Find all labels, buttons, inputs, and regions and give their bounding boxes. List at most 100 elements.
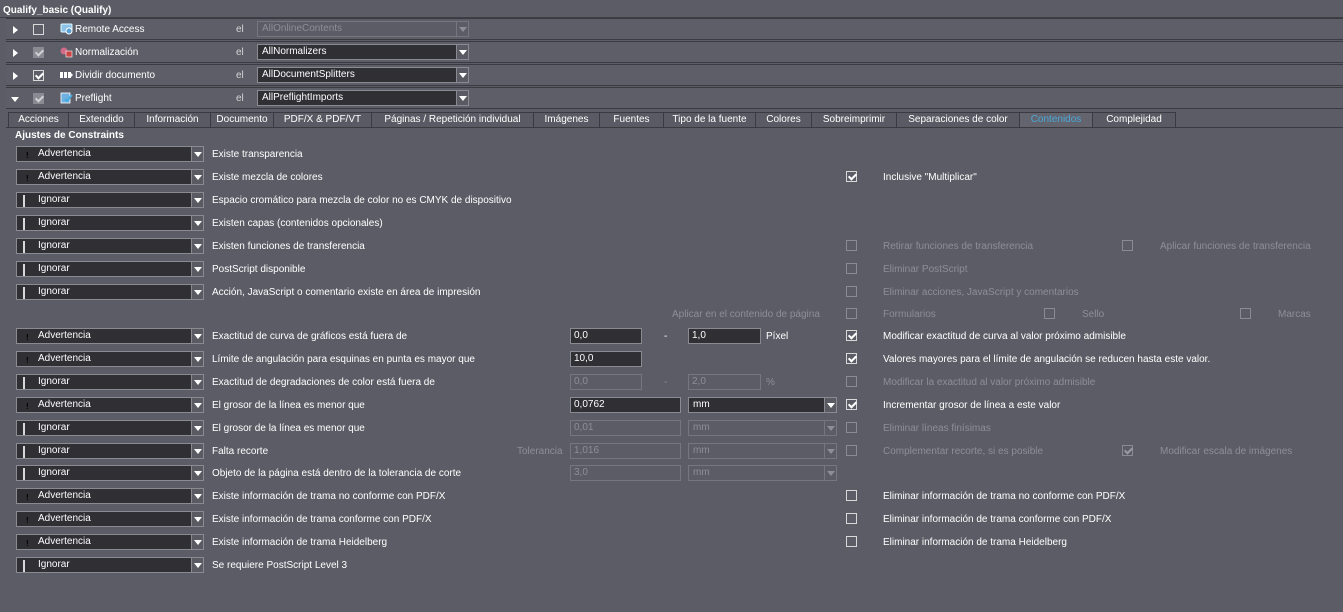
ignore-box [23, 195, 25, 207]
opt1-checkbox[interactable] [846, 490, 857, 501]
chevron-down-icon[interactable] [456, 45, 468, 59]
sequence-row-preflight[interactable]: Preflight el AllPreflightImports [6, 87, 1343, 109]
ignore-icon [23, 195, 33, 207]
opt1-checkbox[interactable] [846, 171, 857, 182]
chevron-down-icon[interactable] [824, 398, 836, 412]
status-select[interactable]: Advertencia [16, 169, 204, 185]
status-select[interactable]: Ignorar [16, 374, 204, 390]
chevron-down-icon[interactable] [191, 170, 203, 184]
warning-triangle [23, 150, 33, 161]
status-select[interactable]: Ignorar [16, 192, 204, 208]
tab-tipo-de-la-fuente[interactable]: Tipo de la fuente [663, 112, 756, 128]
select-value: mm [693, 422, 710, 433]
opt1-checkbox[interactable] [846, 353, 857, 364]
tab-imágenes[interactable]: Imágenes [533, 112, 600, 128]
enable-checkbox[interactable] [33, 24, 44, 35]
expand-arrow-icon[interactable] [13, 72, 18, 80]
expand-arrow-icon[interactable] [13, 49, 18, 57]
tab-documento[interactable]: Documento [210, 112, 274, 128]
chevron-down-icon[interactable] [191, 466, 203, 480]
chevron-down-icon[interactable] [191, 558, 203, 572]
enable-checkbox[interactable] [33, 47, 44, 58]
tab-páginas-repetición-individual[interactable]: Páginas / Repetición individual [371, 112, 534, 128]
chevron-down-icon[interactable] [191, 329, 203, 343]
status-select[interactable]: Ignorar [16, 443, 204, 459]
tab-extendido[interactable]: Extendido [68, 112, 135, 128]
status-select[interactable]: Ignorar [16, 238, 204, 254]
status-select[interactable]: Advertencia [16, 146, 204, 162]
constraints-panel: AdvertenciaExiste transparenciaAdvertenc… [6, 128, 1343, 612]
chevron-down-icon[interactable] [191, 262, 203, 276]
sequence-row-normalization[interactable]: Normalización el AllNormalizers [6, 41, 1343, 63]
opt1-checkbox[interactable] [846, 536, 857, 547]
status-select[interactable]: Ignorar [16, 284, 204, 300]
chevron-down-icon[interactable] [191, 147, 203, 161]
unit-select: mm [688, 420, 837, 436]
status-select[interactable]: Advertencia [16, 328, 204, 344]
tab-sobreimprimir[interactable]: Sobreimprimir [811, 112, 897, 128]
tab-contenidos[interactable]: Contenidos [1019, 112, 1093, 128]
enable-checkbox[interactable] [33, 93, 44, 104]
opt1-checkbox[interactable] [846, 399, 857, 410]
select-value: mm [693, 399, 710, 410]
sequence-select[interactable]: AllNormalizers [257, 44, 469, 60]
chevron-down-icon[interactable] [191, 352, 203, 366]
opt2-checkbox [1044, 308, 1055, 319]
value-field-2[interactable]: 1,0 [688, 328, 761, 344]
value-field: 3,0 [570, 465, 681, 481]
chevron-down-icon[interactable] [191, 239, 203, 253]
constraint-label: Objeto de la página está dentro de la to… [212, 468, 462, 479]
tab-pdf-x-pdf-vt[interactable]: PDF/X & PDF/VT [273, 112, 372, 128]
value-field-1[interactable]: 10,0 [570, 351, 642, 367]
range-dash: - [664, 331, 668, 342]
chevron-down-icon [824, 466, 836, 480]
warning-icon [23, 149, 33, 161]
chevron-down-icon[interactable] [191, 512, 203, 526]
sequence-row-split-document[interactable]: Dividir documento el AllDocumentSplitters [6, 64, 1343, 86]
collapse-arrow-icon[interactable] [11, 97, 19, 102]
chevron-down-icon[interactable] [191, 398, 203, 412]
value-field-1[interactable]: 0,0 [570, 328, 642, 344]
tab-colores[interactable]: Colores [755, 112, 812, 128]
status-select[interactable]: Ignorar [16, 465, 204, 481]
sequence-row-remote-access[interactable]: Remote Access el AllOnlineContents [6, 18, 1343, 40]
status-select[interactable]: Advertencia [16, 351, 204, 367]
split-document-icon [60, 69, 73, 81]
opt1-checkbox [846, 240, 857, 251]
enable-checkbox[interactable] [33, 70, 44, 81]
status-select[interactable]: Advertencia [16, 488, 204, 504]
chevron-down-icon[interactable] [191, 421, 203, 435]
chevron-down-icon[interactable] [191, 193, 203, 207]
status-select[interactable]: Advertencia [16, 397, 204, 413]
tab-separaciones-de-color[interactable]: Separaciones de color [896, 112, 1020, 128]
chevron-down-icon[interactable] [191, 535, 203, 549]
constraint-label: Falta recorte [212, 446, 269, 457]
tab-acciones[interactable]: Acciones [8, 112, 69, 128]
chevron-down-icon[interactable] [191, 285, 203, 299]
tab-información[interactable]: Información [134, 112, 211, 128]
sequence-select[interactable]: AllDocumentSplitters [257, 67, 469, 83]
opt1-checkbox[interactable] [846, 330, 857, 341]
expand-arrow-icon[interactable] [13, 26, 18, 34]
chevron-down-icon[interactable] [456, 91, 468, 105]
status-select[interactable]: Ignorar [16, 420, 204, 436]
warning-triangle [23, 538, 33, 549]
chevron-down-icon[interactable] [456, 68, 468, 82]
status-select[interactable]: Ignorar [16, 261, 204, 277]
chevron-down-icon[interactable] [191, 375, 203, 389]
chevron-down-icon[interactable] [191, 444, 203, 458]
status-select[interactable]: Advertencia [16, 511, 204, 527]
status-select[interactable]: Ignorar [16, 557, 204, 573]
status-select[interactable]: Advertencia [16, 534, 204, 550]
chevron-down-icon[interactable] [191, 489, 203, 503]
opt1-checkbox[interactable] [846, 513, 857, 524]
chevron-down-icon[interactable] [191, 216, 203, 230]
status-select[interactable]: Ignorar [16, 215, 204, 231]
sequence-select[interactable]: AllPreflightImports [257, 90, 469, 106]
tab-complejidad[interactable]: Complejidad [1092, 112, 1176, 128]
value-field[interactable]: 0,0762 [570, 397, 681, 413]
constraint-label: Existen funciones de transferencia [212, 241, 365, 252]
tab-fuentes[interactable]: Fuentes [599, 112, 664, 128]
unit-select[interactable]: mm [688, 397, 837, 413]
opt1-checkbox [846, 376, 857, 387]
